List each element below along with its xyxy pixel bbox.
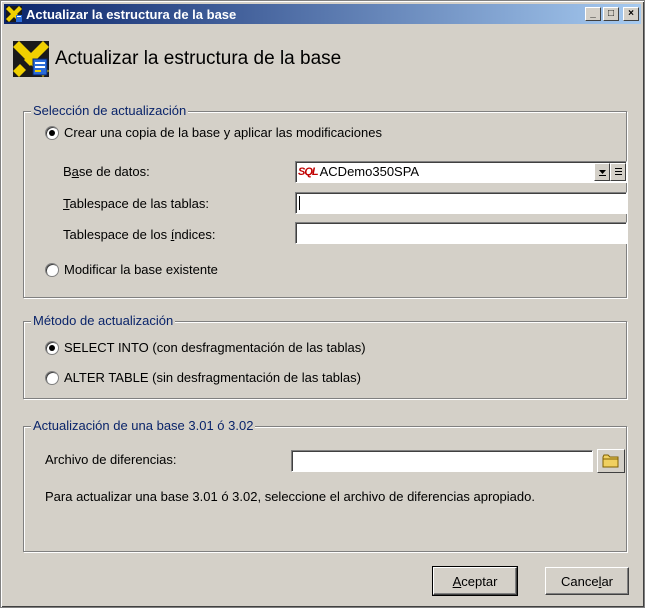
radio-indicator[interactable] — [45, 340, 59, 355]
accept-button[interactable]: Aceptar — [432, 566, 518, 596]
method-group-legend: Método de actualización — [31, 313, 176, 328]
database-upgrade-icon — [6, 6, 22, 22]
radio-create-copy-label: Crear una copia de la base y aplicar las… — [64, 125, 382, 140]
radio-create-copy[interactable]: Crear una copia de la base y aplicar las… — [45, 125, 382, 140]
database-list-button[interactable] — [610, 163, 626, 181]
database-selected-value: ACDemo350SPA — [319, 164, 420, 179]
database-label: Base de datos: — [63, 164, 150, 179]
radio-select-into-label: SELECT INTO (con desfragmentación de las… — [64, 340, 366, 355]
radio-indicator[interactable] — [45, 370, 59, 385]
maximize-button[interactable]: □ — [603, 7, 619, 21]
indexes-tablespace-input[interactable] — [295, 222, 627, 244]
diff-file-label: Archivo de diferencias: — [45, 452, 177, 467]
maximize-icon: □ — [607, 8, 615, 19]
radio-indicator[interactable] — [45, 262, 59, 277]
sql-database-icon: SQL — [298, 165, 319, 178]
cancel-button-label: Cancelar — [560, 573, 614, 589]
database-upgrade-icon — [13, 41, 49, 77]
text-cursor — [299, 196, 300, 210]
selection-group-legend: Selección de actualización — [31, 103, 189, 118]
database-combobox[interactable]: SQL ACDemo350SPA — [295, 161, 627, 183]
database-dropdown-button[interactable] — [594, 163, 610, 181]
minimize-icon: _ — [590, 8, 596, 19]
radio-modify-existing-label: Modificar la base existente — [64, 262, 218, 277]
cancel-button[interactable]: Cancelar — [545, 567, 629, 595]
title-bar[interactable]: Actualizar la estructura de la base _ □ … — [4, 4, 641, 24]
dialog-window: Actualizar la estructura de la base _ □ … — [0, 0, 645, 608]
radio-select-into[interactable]: SELECT INTO (con desfragmentación de las… — [45, 340, 366, 355]
diff-file-input[interactable] — [291, 450, 593, 472]
legacy-help-text: Para actualizar una base 3.01 ó 3.02, se… — [45, 489, 535, 504]
tables-tablespace-input[interactable] — [295, 192, 627, 214]
database-combobox-value: SQL ACDemo350SPA — [298, 164, 419, 179]
dialog-header: Actualizar la estructura de la base — [13, 39, 341, 79]
list-icon — [614, 168, 622, 175]
method-group: Método de actualización — [23, 313, 627, 399]
legacy-group-legend: Actualización de una base 3.01 ó 3.02 — [31, 418, 256, 433]
page-title: Actualizar la estructura de la base — [55, 48, 342, 69]
window-title: Actualizar la estructura de la base — [26, 6, 237, 22]
tables-tablespace-label: Tablespace de las tablas: — [63, 196, 209, 211]
radio-indicator[interactable] — [45, 125, 59, 140]
chevron-down-icon — [598, 170, 606, 176]
indexes-tablespace-label: Tablespace de los índices: — [63, 227, 216, 242]
radio-alter-table-label: ALTER TABLE (sin desfragmentación de las… — [64, 370, 361, 385]
minimize-button[interactable]: _ — [585, 7, 601, 21]
close-icon: × — [628, 8, 634, 19]
radio-alter-table[interactable]: ALTER TABLE (sin desfragmentación de las… — [45, 370, 361, 385]
accept-button-label: Aceptar — [452, 573, 498, 589]
folder-icon — [602, 454, 619, 468]
radio-modify-existing[interactable]: Modificar la base existente — [45, 262, 218, 277]
close-button[interactable]: × — [623, 7, 639, 21]
browse-button[interactable] — [597, 449, 625, 473]
